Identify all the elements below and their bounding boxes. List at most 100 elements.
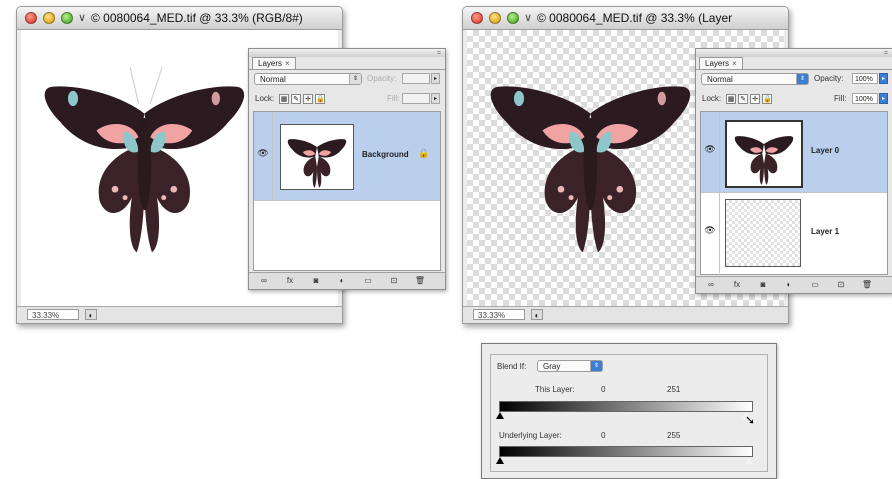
opacity-arrow-button[interactable]: ▸ [431, 73, 440, 84]
trash-icon[interactable]: 🗑 [860, 280, 874, 290]
opacity-input[interactable]: 100% [852, 73, 878, 84]
blend-mode-select[interactable]: Normal ⇕ [701, 73, 809, 85]
chevron-updown-icon: ⇕ [349, 74, 361, 84]
lock-transparency-button[interactable]: ▦ [726, 94, 736, 104]
layer-name: Layer 1 [811, 227, 840, 236]
right-layers-panel: = Layers × Normal ⇕ Opacity: 100% ▸ Lock:… [695, 48, 892, 294]
close-window-button[interactable] [25, 12, 37, 24]
this-layer-white-value: 251 [667, 385, 681, 394]
fx-icon[interactable]: fx [283, 276, 297, 286]
zoom-window-button[interactable] [61, 12, 73, 24]
tab-layers-label: Layers [705, 59, 730, 68]
blend-if-channel-select[interactable]: Gray ⇕ [537, 360, 603, 372]
layer-row-layer-0[interactable]: 👁 Layer 0 [701, 112, 887, 193]
butterfly-thumbnail-image [287, 139, 347, 188]
fx-icon[interactable]: fx [730, 280, 744, 290]
lock-buttons: ▦ ✎ ✛ 🔒 [279, 94, 349, 104]
status-menu-icon[interactable]: ◐ [85, 309, 97, 320]
layer-name: Layer 0 [811, 146, 840, 155]
chevron-down-icon[interactable]: ∨ [78, 11, 86, 24]
status-bar: 33.33% ◐ [463, 306, 788, 323]
close-window-button[interactable] [471, 12, 483, 24]
layer-row-layer-1[interactable]: 👁 Layer 1 [701, 193, 887, 273]
lock-all-button[interactable]: 🔒 [762, 94, 772, 104]
window-title: © 0080064_MED.tif @ 33.3% (Layer [537, 11, 733, 25]
minimize-window-button[interactable] [43, 12, 55, 24]
underlying-black-slider[interactable] [496, 457, 504, 464]
zoom-window-button[interactable] [507, 12, 519, 24]
opacity-input[interactable] [402, 73, 430, 84]
lock-buttons: ▦ ✎ ✛ 🔒 [726, 94, 796, 104]
tab-layers-label: Layers [258, 59, 283, 68]
layer-thumbnail [725, 120, 803, 188]
lock-pixels-button[interactable]: ✎ [291, 94, 301, 104]
adjustment-icon[interactable]: ◐ [782, 280, 796, 290]
fill-label: Fill: [834, 94, 847, 103]
minimize-window-button[interactable] [489, 12, 501, 24]
mask-icon[interactable]: ◙ [309, 276, 323, 286]
eye-icon[interactable]: 👁 [254, 112, 273, 200]
eye-icon[interactable]: 👁 [701, 112, 720, 192]
chevron-updown-icon: ⇕ [590, 361, 602, 371]
new-layer-icon[interactable]: ⊡ [387, 276, 401, 286]
underlying-layer-label: Underlying Layer: [499, 431, 562, 440]
close-icon[interactable]: × [285, 59, 290, 68]
folder-icon[interactable]: ▭ [808, 280, 822, 290]
panel-minimize-icon[interactable]: = [884, 50, 888, 57]
new-layer-icon[interactable]: ⊡ [834, 280, 848, 290]
pointer-cursor-icon: ➘ [745, 413, 756, 427]
layer-row-background[interactable]: 👁 Background 🔒 [254, 112, 440, 201]
panel-bottom-bar: ∞ fx ◙ ◐ ▭ ⊡ 🗑 [696, 276, 892, 293]
fill-label: Fill: [387, 94, 400, 103]
fill-arrow-button[interactable]: ▸ [431, 93, 440, 104]
this-layer-gradient-bar [499, 401, 753, 412]
lock-position-button[interactable]: ✛ [750, 94, 760, 104]
blend-if-section: Blend If: Gray ⇕ This Layer: 0 251 ➘ Und… [481, 343, 777, 479]
window-title: © 0080064_MED.tif @ 33.3% (RGB/8#) [91, 11, 303, 25]
layer-thumbnail [725, 199, 801, 267]
underlying-white-slider[interactable] [745, 457, 753, 464]
this-layer-black-slider[interactable] [496, 412, 504, 419]
fill-arrow-button[interactable]: ▸ [879, 93, 888, 104]
lock-transparency-button[interactable]: ▦ [279, 94, 289, 104]
underlying-white-value: 255 [667, 431, 681, 440]
blend-mode-value: Normal [707, 75, 733, 84]
lock-position-button[interactable]: ✛ [303, 94, 313, 104]
left-window-titlebar[interactable]: ∨ © 0080064_MED.tif @ 33.3% (RGB/8#) [17, 7, 342, 30]
trash-icon[interactable]: 🗑 [413, 276, 427, 286]
mask-icon[interactable]: ◙ [756, 280, 770, 290]
lock-label: Lock: [702, 94, 722, 103]
adjustment-icon[interactable]: ◐ [335, 276, 349, 286]
zoom-level-field[interactable]: 33.33% [27, 309, 79, 320]
this-layer-label: This Layer: [535, 385, 575, 394]
status-menu-icon[interactable]: ◐ [531, 309, 543, 320]
layer-name: Background [362, 150, 409, 159]
right-window-titlebar[interactable]: ∨ © 0080064_MED.tif @ 33.3% (Layer [463, 7, 788, 30]
lock-all-button[interactable]: 🔒 [315, 94, 325, 104]
blend-if-label: Blend If: [497, 362, 527, 371]
underlying-gradient-bar [499, 446, 753, 457]
panel-drag-bar[interactable]: = [249, 49, 445, 57]
underlying-black-value: 0 [601, 431, 606, 440]
opacity-label: Opacity: [367, 74, 397, 83]
fill-input[interactable] [402, 93, 430, 104]
link-icon[interactable]: ∞ [704, 280, 718, 290]
opacity-arrow-button[interactable]: ▸ [879, 73, 888, 84]
layers-list: 👁 Background 🔒 [253, 111, 441, 271]
tab-divider [249, 69, 445, 70]
zoom-level-field[interactable]: 33.33% [473, 309, 525, 320]
blend-mode-select[interactable]: Normal ⇕ [254, 73, 362, 85]
fill-input[interactable]: 100% [852, 93, 878, 104]
close-icon[interactable]: × [732, 59, 737, 68]
lock-pixels-button[interactable]: ✎ [738, 94, 748, 104]
opacity-label: Opacity: [814, 74, 844, 83]
eye-icon[interactable]: 👁 [701, 193, 720, 273]
left-layers-panel: = Layers × Normal ⇕ Opacity: ▸ Lock: ▦ ✎ … [248, 48, 446, 290]
blend-mode-value: Normal [260, 75, 286, 84]
folder-icon[interactable]: ▭ [361, 276, 375, 286]
link-icon[interactable]: ∞ [257, 276, 271, 286]
panel-minimize-icon[interactable]: = [437, 50, 441, 57]
panel-drag-bar[interactable]: = [696, 49, 892, 57]
blend-if-group: Blend If: Gray ⇕ This Layer: 0 251 ➘ Und… [490, 354, 768, 472]
chevron-down-icon[interactable]: ∨ [524, 11, 532, 24]
